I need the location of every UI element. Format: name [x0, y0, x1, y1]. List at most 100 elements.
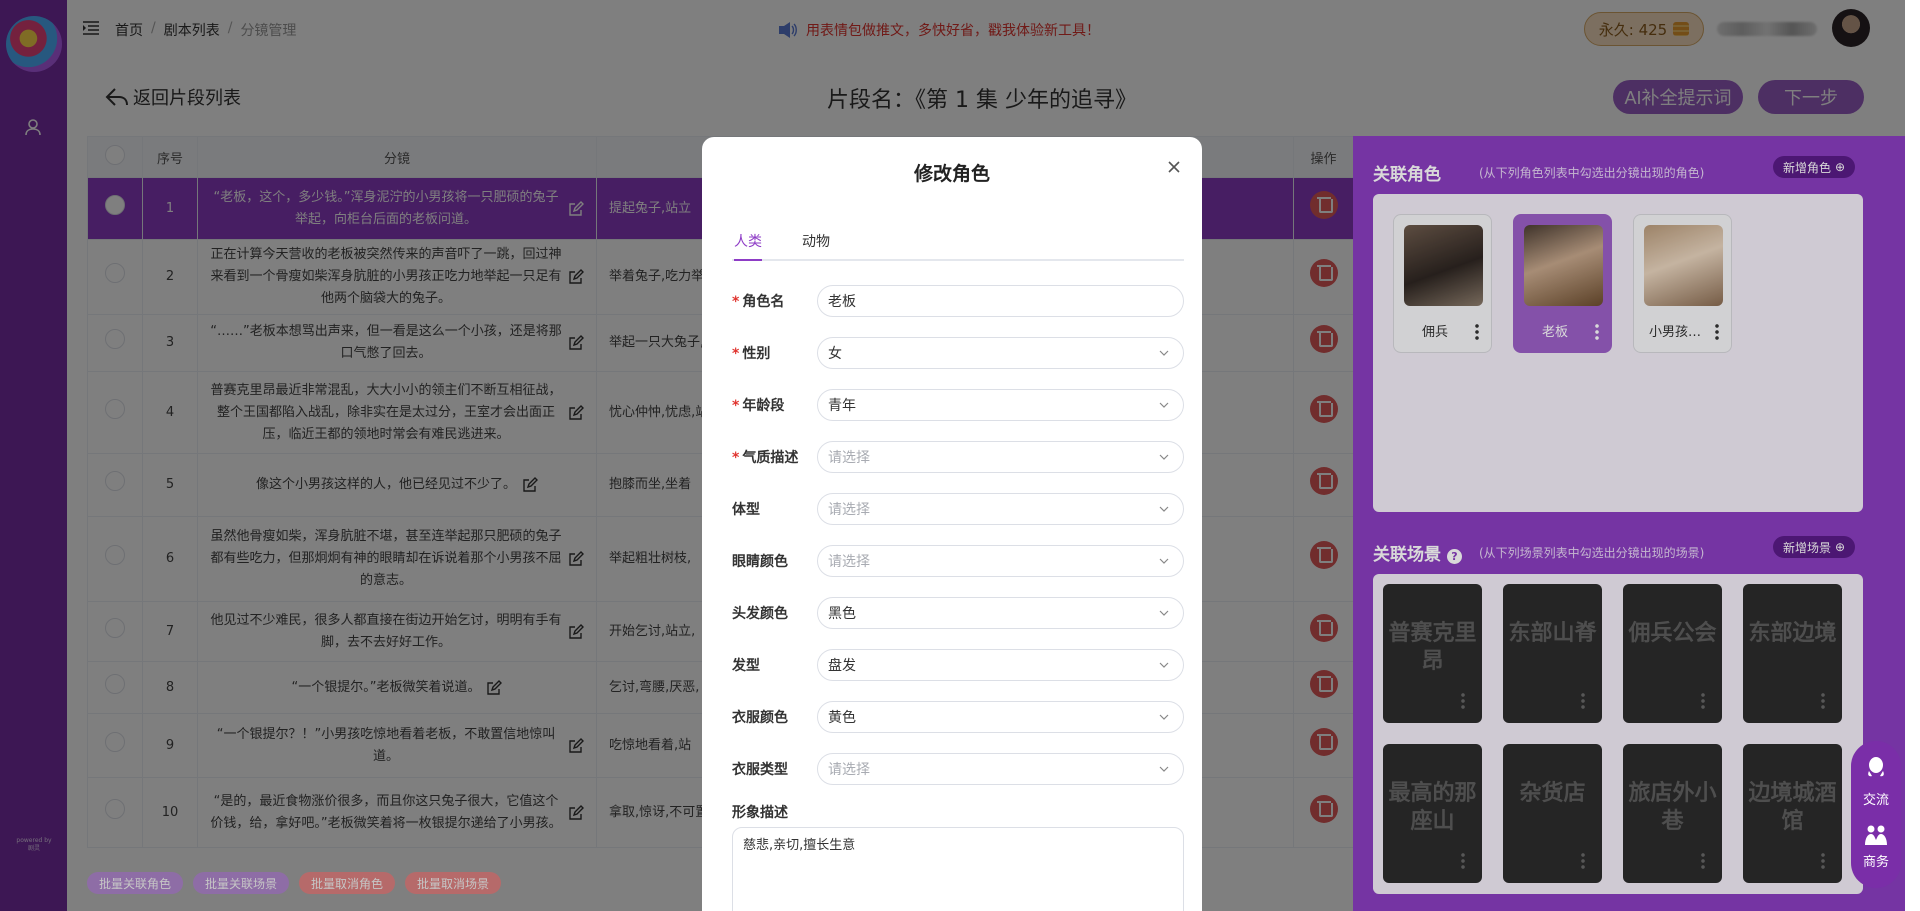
form-row: * 角色名: [732, 285, 1184, 317]
scene-card[interactable]: 边境城酒馆: [1743, 744, 1842, 883]
more-vertical-icon[interactable]: [1581, 692, 1585, 710]
required-mark: *: [732, 450, 740, 466]
edit-role-dialog: 修改角色 人类 动物 *角色名*性别女*年龄段青年*气质描述请选择体型请选择眼睛…: [702, 137, 1202, 911]
select-field[interactable]: 黑色: [817, 597, 1184, 629]
form-row: * 性别女: [732, 337, 1184, 369]
role-name-input[interactable]: [817, 285, 1184, 317]
form-row: * 气质描述 请选择: [732, 441, 1184, 473]
select-value: 盘发: [828, 658, 856, 674]
batch-actions: 批量关联角色 批量关联场景 批量取消角色 批量取消场景: [87, 872, 502, 894]
chevron-down-icon: [1159, 454, 1169, 460]
field-label: 衣服颜色: [732, 707, 816, 727]
form-row: 体型 请选择: [732, 493, 1184, 525]
scene-name: 最高的那座山: [1388, 781, 1477, 834]
field-label: 眼睛颜色: [732, 551, 816, 571]
roles-title: 关联角色: [1373, 165, 1441, 185]
business-icon[interactable]: [1864, 823, 1888, 847]
plus-circle-icon: ⊕: [1835, 540, 1846, 554]
select-field[interactable]: 盘发: [817, 649, 1184, 681]
add-scene-label: 新增场景: [1783, 540, 1832, 555]
field-label-text: 衣服颜色: [732, 710, 788, 726]
select-value: 青年: [828, 398, 856, 414]
scenes-title: 关联场景 ?: [1373, 540, 1462, 565]
form-row: * 年龄段 青年: [732, 389, 1184, 421]
select-field[interactable]: 请选择: [817, 753, 1184, 785]
more-vertical-icon[interactable]: [1475, 323, 1479, 341]
field-label-text: 衣服类型: [732, 762, 788, 778]
chat-label[interactable]: 交流: [1851, 789, 1901, 808]
select-value: 黄色: [828, 710, 856, 726]
batch-unlink-role-button[interactable]: 批量取消角色: [299, 872, 396, 894]
select-field[interactable]: 请选择: [817, 441, 1184, 473]
scene-name: 旅店外小巷: [1628, 781, 1717, 834]
scene-card[interactable]: 杂货店: [1503, 744, 1602, 883]
field-label-text: 眼睛颜色: [732, 554, 788, 570]
chat-icon[interactable]: [1864, 755, 1888, 779]
business-label[interactable]: 商务: [1851, 851, 1901, 870]
batch-link-role-button[interactable]: 批量关联角色: [87, 872, 184, 894]
help-icon[interactable]: ?: [1446, 549, 1462, 564]
more-vertical-icon[interactable]: [1461, 852, 1465, 870]
form-row: 发型 盘发: [732, 649, 1184, 681]
scene-name: 边境城酒馆: [1748, 781, 1837, 834]
chevron-down-icon: [1159, 662, 1169, 668]
required-mark: *: [732, 346, 740, 362]
select-field[interactable]: 青年: [817, 389, 1184, 421]
field-label-text: 性别: [742, 346, 771, 362]
role-portrait: [1404, 225, 1483, 306]
more-vertical-icon[interactable]: [1701, 852, 1705, 870]
tab-human[interactable]: 人类: [734, 231, 762, 261]
field-label: * 角色名: [732, 291, 816, 311]
more-vertical-icon[interactable]: [1595, 323, 1599, 341]
add-role-button[interactable]: 新增角色 ⊕: [1773, 156, 1856, 178]
scene-card[interactable]: 东部边境: [1743, 584, 1842, 723]
more-vertical-icon[interactable]: [1581, 852, 1585, 870]
appearance-description-label: 形象描述: [732, 805, 788, 821]
form-row: 眼睛颜色 请选择: [732, 545, 1184, 577]
scene-card[interactable]: 佣兵公会: [1623, 584, 1722, 723]
more-vertical-icon[interactable]: [1701, 692, 1705, 710]
roles-subtitle: (从下列角色列表中勾选出分镜出现的角色): [1479, 166, 1705, 180]
more-vertical-icon[interactable]: [1821, 692, 1825, 710]
select-value: 请选择: [828, 762, 870, 778]
scene-card[interactable]: 最高的那座山: [1383, 744, 1482, 883]
more-vertical-icon[interactable]: [1715, 323, 1719, 341]
role-type-tabs: 人类 动物: [732, 231, 1184, 261]
close-icon[interactable]: [1166, 159, 1182, 175]
scene-name: 佣兵公会: [1628, 621, 1717, 646]
field-label: 发型: [732, 655, 816, 675]
appearance-description-textarea[interactable]: [732, 827, 1184, 911]
batch-unlink-scene-button[interactable]: 批量取消场景: [405, 872, 502, 894]
scene-card[interactable]: 普赛克里昂: [1383, 584, 1482, 723]
chevron-down-icon: [1159, 506, 1169, 512]
scene-name: 东部山脊: [1508, 621, 1597, 646]
more-vertical-icon[interactable]: [1461, 692, 1465, 710]
field-label: * 气质描述: [732, 447, 816, 467]
scenes-subtitle: (从下列场景列表中勾选出分镜出现的场景): [1479, 546, 1705, 560]
field-label-text: 气质描述: [742, 450, 799, 466]
scenes-title-text: 关联场景: [1373, 545, 1441, 565]
scene-card[interactable]: 东部山脊: [1503, 584, 1602, 723]
select-field[interactable]: 请选择: [817, 493, 1184, 525]
contact-float-widget: 交流 商务: [1851, 741, 1901, 888]
scene-card[interactable]: 旅店外小巷: [1623, 744, 1722, 883]
field-label: 体型: [732, 499, 816, 519]
select-field[interactable]: 请选择: [817, 545, 1184, 577]
scene-list: 普赛克里昂 东部山脊 佣兵公会 东部边境最高的那座山 杂货店 旅店外小巷 边境城酒馆: [1373, 574, 1863, 894]
role-card[interactable]: 佣兵: [1393, 214, 1492, 353]
scene-name: 杂货店: [1519, 781, 1586, 806]
chevron-down-icon: [1159, 402, 1169, 408]
select-field[interactable]: 黄色: [817, 701, 1184, 733]
add-scene-button[interactable]: 新增场景 ⊕: [1773, 536, 1856, 558]
select-field[interactable]: 女: [817, 337, 1184, 369]
field-label-text: 发型: [732, 658, 760, 674]
tab-animal[interactable]: 动物: [802, 231, 830, 259]
more-vertical-icon[interactable]: [1821, 852, 1825, 870]
add-role-label: 新增角色: [1783, 160, 1832, 175]
batch-link-scene-button[interactable]: 批量关联场景: [193, 872, 290, 894]
scene-name: 普赛克里昂: [1388, 621, 1477, 674]
role-card[interactable]: 老板: [1513, 214, 1612, 353]
role-card[interactable]: 小男孩…: [1633, 214, 1732, 353]
field-label-text: 角色名: [742, 294, 785, 310]
field-label: * 性别: [732, 343, 816, 363]
